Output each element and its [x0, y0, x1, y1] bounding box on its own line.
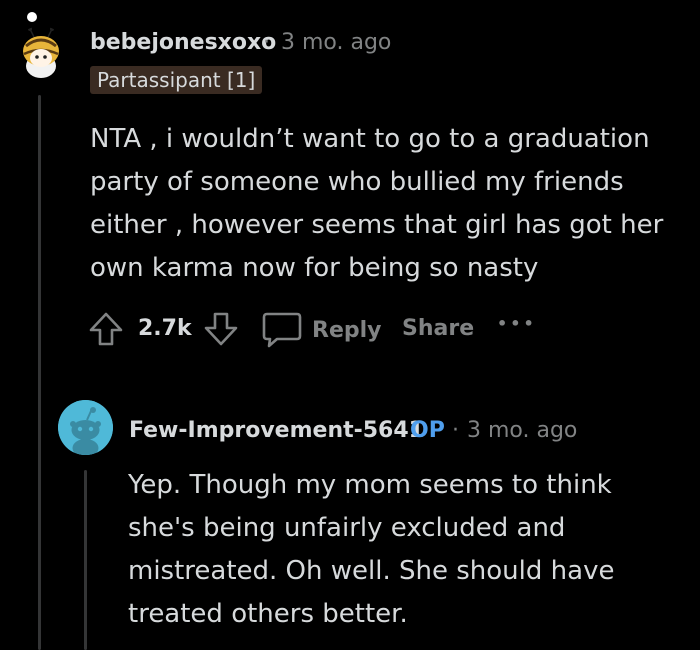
user-avatar[interactable] — [14, 26, 68, 80]
upvote-button[interactable] — [88, 311, 124, 347]
reply-body: Yep. Though my mom seems to think she's … — [128, 464, 648, 636]
reply-user-avatar[interactable] — [58, 400, 113, 455]
vote-count: 2.7k — [138, 316, 192, 341]
comment-body: NTA , i wouldn’t want to go to a graduat… — [90, 118, 680, 290]
reply-username[interactable]: Few-Improvement-5641 — [129, 418, 424, 443]
user-flair: Partassipant [1] — [90, 66, 263, 94]
snoo-bee-avatar-icon — [14, 26, 68, 80]
downvote-button[interactable] — [203, 311, 239, 347]
reply-label: Reply — [312, 317, 382, 343]
comment-username[interactable]: bebejonesxoxo — [90, 30, 276, 55]
more-options-button[interactable]: ••• — [497, 314, 537, 333]
comment-timestamp[interactable]: 3 mo. ago — [281, 30, 391, 55]
reply-timestamp[interactable]: 3 mo. ago — [467, 418, 577, 443]
arrow-down-icon — [204, 312, 238, 346]
reply-meta-separator: · — [452, 418, 459, 443]
comment-bubble-icon — [262, 312, 302, 348]
share-button[interactable]: Share — [402, 316, 474, 341]
reply-body-text: Yep. Though my mom seems to think she's … — [128, 470, 615, 629]
arrow-up-icon — [89, 312, 123, 346]
snoo-avatar-icon — [58, 400, 113, 455]
meta-separator: · — [263, 30, 270, 55]
thread-line-reply[interactable] — [84, 470, 87, 650]
reply-button[interactable]: Reply — [262, 311, 382, 349]
comment-body-text: NTA , i wouldn’t want to go to a graduat… — [90, 124, 664, 283]
thread-line-parent[interactable] — [38, 95, 41, 650]
op-badge: OP — [410, 418, 445, 443]
online-dot — [27, 12, 37, 22]
